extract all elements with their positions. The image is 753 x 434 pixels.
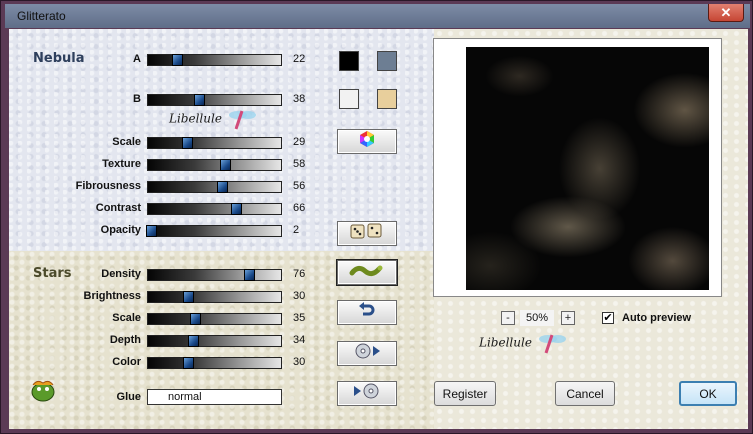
nebula-opacity-label: Opacity bbox=[100, 224, 141, 236]
nebula-contrast-value: 66 bbox=[293, 202, 306, 214]
stars-scale-label: Scale bbox=[112, 312, 141, 324]
libellule-logo-bottom: Libellule bbox=[479, 331, 566, 355]
stars-color-value: 30 bbox=[293, 356, 306, 368]
cd-back-button[interactable] bbox=[337, 381, 397, 406]
nebula-scale-slider[interactable] bbox=[147, 137, 282, 149]
logo-text: Libellule bbox=[169, 111, 222, 126]
zoom-in-button[interactable]: + bbox=[561, 311, 575, 325]
nebula-texture-label: Texture bbox=[102, 158, 141, 170]
stars-brightness-slider-thumb[interactable] bbox=[182, 291, 194, 303]
zoom-out-button[interactable]: - bbox=[501, 311, 515, 325]
stars-scale-value: 35 bbox=[293, 312, 306, 324]
auto-preview-checkbox[interactable]: ✔ bbox=[602, 312, 614, 324]
auto-preview-label: Auto preview bbox=[622, 312, 692, 324]
cd-forward-icon bbox=[352, 342, 382, 365]
close-button[interactable]: ✕ bbox=[708, 4, 744, 22]
stars-depth-slider-thumb[interactable] bbox=[188, 335, 200, 347]
stars-scale-slider-thumb[interactable] bbox=[189, 313, 201, 325]
logo-text: Libellule bbox=[479, 335, 532, 350]
nebula-fibrousness-slider-thumb[interactable] bbox=[217, 181, 229, 193]
nebula-scale-value: 29 bbox=[293, 136, 306, 148]
nebula-fibrousness-slider[interactable] bbox=[147, 181, 282, 193]
stars-brightness-slider[interactable] bbox=[147, 291, 282, 303]
nebula-b-color-beige[interactable] bbox=[377, 89, 397, 109]
libellule-logo-top: Libellule bbox=[169, 107, 256, 131]
title-bar[interactable]: Glitterato ✕ bbox=[5, 4, 750, 28]
dragonfly-icon bbox=[536, 334, 566, 354]
client-area: Nebula Stars A 22 B 38 Scale 29 Texture 58 Fibro… bbox=[9, 29, 748, 429]
undo-button[interactable] bbox=[337, 300, 397, 325]
nebula-texture-value: 58 bbox=[293, 158, 306, 170]
nebula-b-label: B bbox=[133, 93, 141, 105]
nebula-b-value: 38 bbox=[293, 93, 306, 105]
stars-density-slider-thumb[interactable] bbox=[244, 269, 256, 281]
window-title: Glitterato bbox=[17, 9, 66, 23]
stars-brightness-label: Brightness bbox=[83, 290, 141, 302]
stars-depth-slider[interactable] bbox=[147, 335, 282, 347]
nebula-a-color-dark[interactable] bbox=[339, 51, 359, 71]
stars-depth-label: Depth bbox=[109, 334, 141, 346]
stars-color-slider[interactable] bbox=[147, 357, 282, 369]
nebula-contrast-slider-thumb[interactable] bbox=[230, 203, 242, 215]
nebula-b-color-light[interactable] bbox=[339, 89, 359, 109]
nebula-opacity-slider[interactable] bbox=[145, 225, 282, 237]
glue-label: Glue bbox=[116, 391, 141, 403]
stars-color-slider-thumb[interactable] bbox=[182, 357, 194, 369]
worm-icon bbox=[349, 261, 385, 284]
cd-back-icon bbox=[352, 382, 382, 405]
nebula-fibrousness-value: 56 bbox=[293, 180, 306, 192]
cd-forward-button[interactable] bbox=[337, 341, 397, 366]
nebula-a-color-light[interactable] bbox=[377, 51, 397, 71]
nebula-scale-label: Scale bbox=[112, 136, 141, 148]
nebula-a-slider-thumb[interactable] bbox=[172, 54, 184, 66]
color-wheel-icon bbox=[358, 130, 376, 153]
nebula-opacity-value: 2 bbox=[293, 224, 300, 236]
nebula-preview-image[interactable] bbox=[466, 47, 709, 290]
stars-depth-value: 34 bbox=[293, 334, 306, 346]
dragonfly-icon bbox=[226, 110, 256, 130]
color-wheel-button[interactable] bbox=[337, 129, 397, 154]
nebula-texture-slider[interactable] bbox=[147, 159, 282, 171]
nebula-a-label: A bbox=[133, 53, 141, 65]
nebula-b-slider-thumb[interactable] bbox=[193, 94, 205, 106]
stars-density-value: 76 bbox=[293, 268, 306, 280]
nebula-contrast-slider[interactable] bbox=[147, 203, 282, 215]
preview-frame bbox=[433, 38, 722, 297]
worm-button[interactable] bbox=[337, 260, 397, 285]
stars-color-label: Color bbox=[112, 356, 141, 368]
stars-brightness-value: 30 bbox=[293, 290, 306, 302]
stars-scale-slider[interactable] bbox=[147, 313, 282, 325]
undo-icon bbox=[358, 301, 376, 324]
nebula-opacity-slider-thumb[interactable] bbox=[145, 225, 157, 237]
stars-density-slider[interactable] bbox=[147, 269, 282, 281]
nebula-texture-slider-thumb[interactable] bbox=[220, 159, 232, 171]
nebula-contrast-label: Contrast bbox=[95, 202, 141, 214]
dice-icon bbox=[349, 222, 385, 245]
glue-select[interactable]: normal bbox=[147, 389, 282, 405]
dialog-window: Glitterato ✕ Nebula Stars A 22 B 38 Scale 29 T… bbox=[0, 0, 753, 434]
nebula-b-slider[interactable] bbox=[147, 94, 282, 106]
nebula-a-slider[interactable] bbox=[147, 54, 282, 66]
register-button[interactable]: Register bbox=[434, 381, 496, 406]
cancel-button[interactable]: Cancel bbox=[555, 381, 615, 406]
zoom-level: 50% bbox=[520, 310, 554, 326]
ok-button[interactable]: OK bbox=[679, 381, 737, 406]
nebula-fibrousness-label: Fibrousness bbox=[75, 180, 141, 192]
nebula-scale-slider-thumb[interactable] bbox=[181, 137, 193, 149]
nebula-a-value: 22 bbox=[293, 53, 306, 65]
random-dice-button[interactable] bbox=[337, 221, 397, 246]
stars-density-label: Density bbox=[101, 268, 141, 280]
